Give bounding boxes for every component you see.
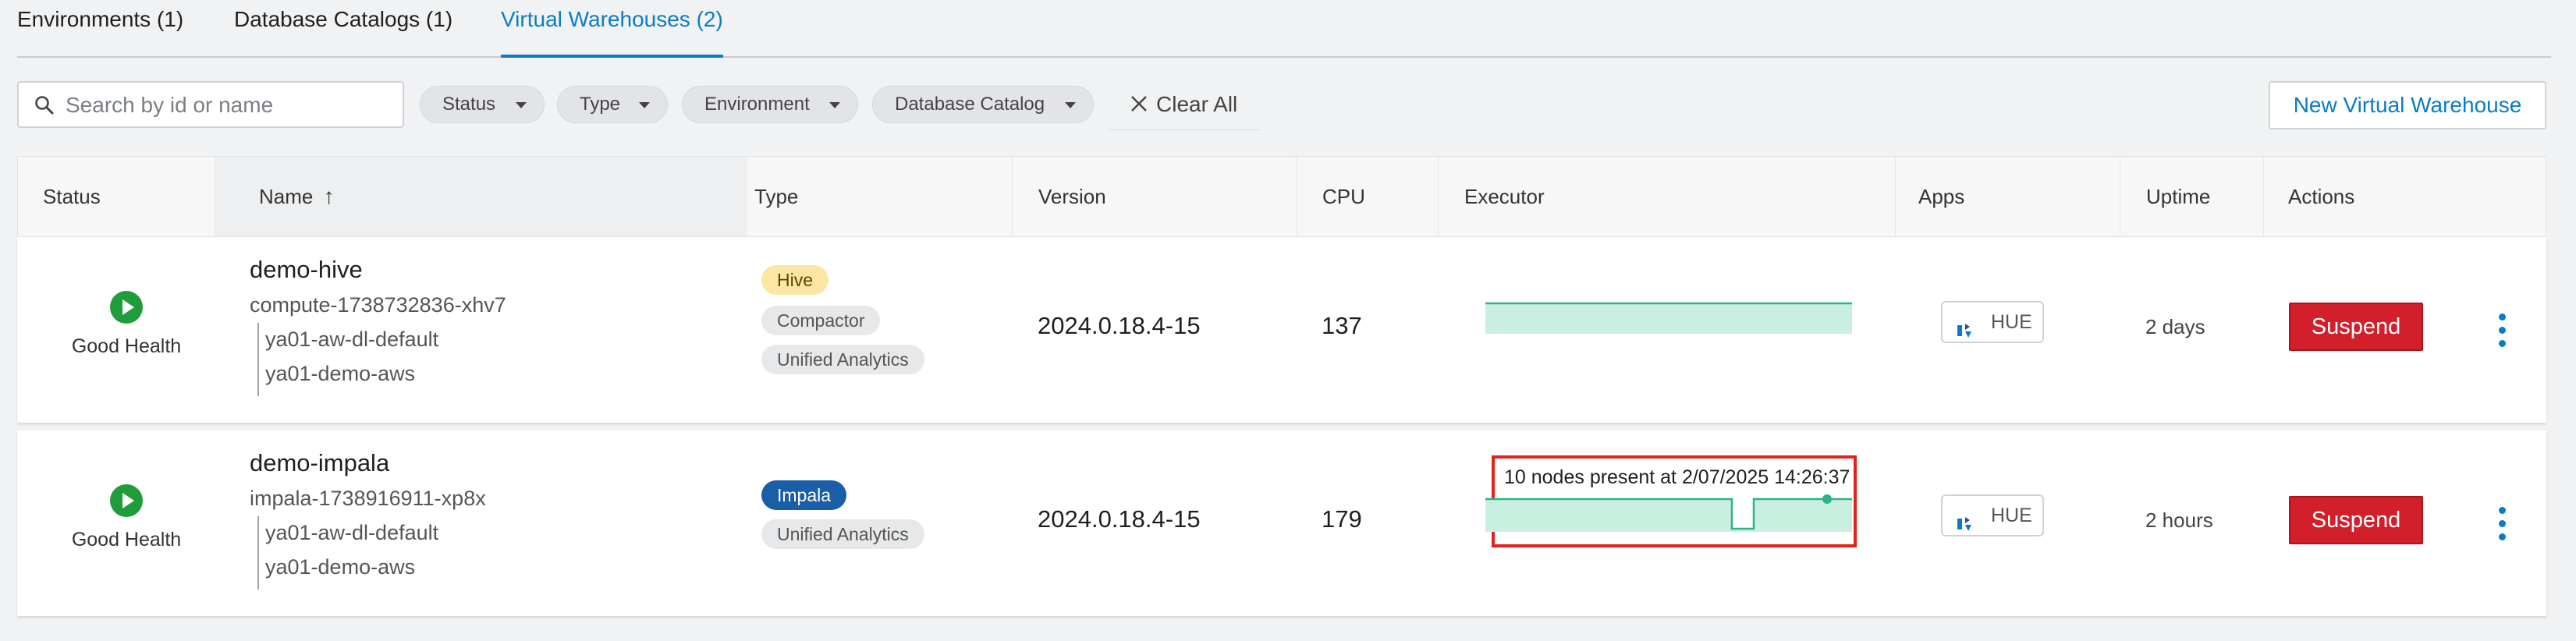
environment-filter-label: Environment [704,94,810,115]
search-input[interactable] [64,83,395,128]
column-header-cpu[interactable]: CPU [1322,157,1365,236]
uptime-value: 2 hours [2145,508,2213,532]
type-filter-label: Type [580,94,621,115]
catalog-name: ya01-demo-aws [265,362,416,385]
column-divider [1296,157,1297,236]
version-value: 2024.0.18.4-15 [1038,312,1201,339]
chevron-down-icon [829,102,840,108]
clear-all-label: Clear All [1156,92,1238,116]
tree-line [257,516,259,590]
executor-fill [1485,303,1852,334]
executor-fill [1485,499,1852,532]
divider [1108,129,1261,130]
column-header-executor[interactable]: Executor [1464,157,1545,236]
hue-logo-icon [1955,507,1974,546]
health-status: Good Health [71,335,182,357]
column-header-status[interactable]: Status [43,157,101,236]
column-header-apps[interactable]: Apps [1918,157,1964,236]
hue-app-label: HUE [1991,311,2032,333]
warehouse-name[interactable]: demo-impala [250,449,389,477]
suspend-button[interactable]: Suspend [2289,496,2423,544]
suspend-button[interactable]: Suspend [2289,303,2423,351]
status-filter[interactable]: Status [420,86,545,123]
catalog-name: ya01-demo-aws [265,555,416,579]
cpu-value: 179 [1322,505,1362,533]
version-value: 2024.0.18.4-15 [1038,505,1201,533]
column-divider [1012,157,1013,236]
tab-environments[interactable]: Environments (1) [17,0,183,55]
table-row[interactable]: Good Health demo-hive compute-1738732836… [17,237,2546,423]
environment-name: ya01-aw-dl-default [265,328,439,351]
chevron-down-icon [639,102,650,108]
table-header: Status Name ↑ Type Version CPU Executor … [17,156,2546,237]
column-header-uptime[interactable]: Uptime [2146,157,2210,236]
column-divider [746,157,747,236]
environment-filter[interactable]: Environment [682,86,858,123]
column-header-type[interactable]: Type [754,157,798,236]
close-icon [1130,83,1148,129]
chevron-down-icon [1065,102,1076,108]
warehouse-name[interactable]: demo-hive [250,256,363,284]
warehouse-id: compute-1738732836-xhv7 [250,293,506,317]
type-badge-unified-analytics: Unified Analytics [761,519,924,549]
cpu-value: 137 [1322,312,1362,339]
table-row[interactable]: Good Health demo-impala impala-173891691… [17,430,2546,616]
column-header-version[interactable]: Version [1038,157,1106,236]
type-badge-impala: Impala [761,480,847,510]
hue-app-button[interactable]: HUE [1941,494,2044,537]
search-icon [34,95,55,119]
uptime-value: 2 days [2145,315,2205,338]
executor-hover-point [1822,494,1832,504]
health-status: Good Health [71,529,182,551]
executor-tooltip: 10 nodes present at 2/07/2025 14:26:37 [1504,466,1850,488]
tab-virtual-warehouses[interactable]: Virtual Warehouses (2) [501,0,723,58]
database-catalog-filter-label: Database Catalog [895,94,1045,115]
search-field[interactable] [17,81,404,128]
status-filter-label: Status [442,94,496,115]
tab-bar: Environments (1) Database Catalogs (1) V… [17,0,2551,58]
chevron-down-icon [516,102,527,108]
executor-sparkline [1485,302,1852,334]
environment-name: ya01-aw-dl-default [265,521,439,544]
play-status-icon [110,484,143,517]
hue-app-button[interactable]: HUE [1941,301,2044,343]
sort-ascending-icon: ↑ [323,184,335,208]
type-badge-hive: Hive [761,265,829,295]
play-status-icon [110,291,143,324]
column-divider [1438,157,1439,236]
column-header-name-label: Name [259,185,314,208]
hue-app-label: HUE [1991,505,2032,526]
hue-logo-icon [1955,313,1974,352]
warehouse-id: impala-1738916911-xp8x [250,487,486,510]
database-catalog-filter[interactable]: Database Catalog [872,86,1094,123]
column-divider [2263,157,2264,236]
type-badge-unified-analytics: Unified Analytics [761,345,924,374]
tab-database-catalogs[interactable]: Database Catalogs (1) [234,0,452,55]
type-filter[interactable]: Type [557,86,668,123]
new-virtual-warehouse-button[interactable]: New Virtual Warehouse [2269,81,2546,129]
type-badge-compactor: Compactor [761,306,881,335]
column-header-name[interactable]: Name ↑ [215,157,746,236]
tree-line [257,323,259,396]
column-divider [1895,157,1896,236]
column-header-actions: Actions [2288,185,2355,208]
more-actions-icon[interactable] [2495,313,2510,348]
executor-sparkline [1485,494,1852,532]
more-actions-icon[interactable] [2495,507,2510,541]
clear-all-button[interactable]: Clear All [1130,81,1237,128]
